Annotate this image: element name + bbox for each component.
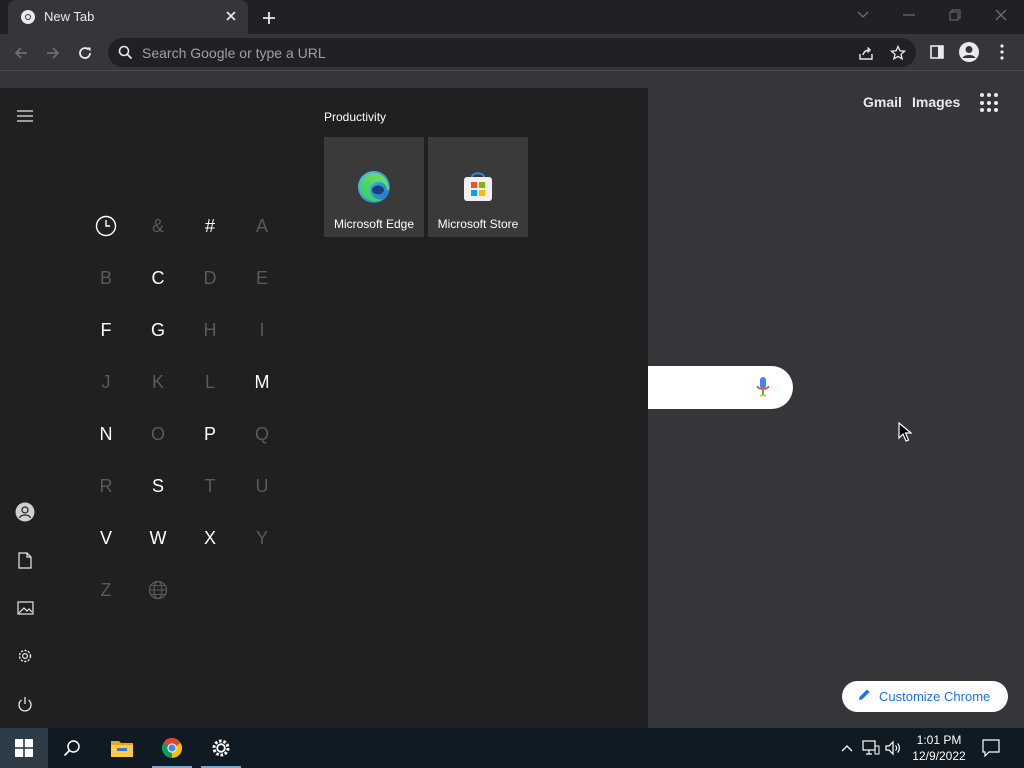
letter-jump-item: I: [259, 319, 265, 340]
back-button[interactable]: [8, 40, 34, 66]
letter-jump-item[interactable]: C: [138, 258, 178, 298]
omnibox[interactable]: Search Google or type a URL: [108, 38, 916, 67]
share-icon[interactable]: [857, 44, 875, 62]
store-icon: [460, 169, 496, 205]
settings-taskbar-icon[interactable]: [197, 728, 245, 768]
close-window-icon[interactable]: [988, 4, 1014, 26]
taskbar-search-icon[interactable]: [48, 728, 96, 768]
letter-jump-item[interactable]: V: [86, 518, 126, 558]
letter-jump-item[interactable]: W: [138, 518, 178, 558]
tile-group-label: Productivity: [324, 110, 387, 124]
letter-jump-item: D: [203, 267, 217, 288]
tab-search-chevron-icon[interactable]: [850, 4, 876, 26]
tile-label: Microsoft Store: [437, 217, 519, 231]
customize-chrome-label: Customize Chrome: [879, 689, 991, 704]
letter-jump-item: J: [101, 371, 111, 392]
taskbar-clock[interactable]: 1:01 PM 12/9/2022: [906, 732, 972, 764]
letter-jump-item: B: [99, 267, 112, 288]
mouse-cursor-icon: [898, 421, 913, 447]
notifications-icon[interactable]: [982, 739, 1000, 757]
letter-jump-item[interactable]: G: [138, 310, 178, 350]
clock-date: 12/9/2022: [912, 749, 966, 763]
omnibox-placeholder: Search Google or type a URL: [142, 45, 326, 61]
gmail-link[interactable]: Gmail: [863, 94, 902, 110]
documents-icon[interactable]: [13, 548, 37, 572]
tab-title: New Tab: [44, 9, 95, 24]
restore-icon[interactable]: [942, 4, 968, 26]
taskbar: 1:01 PM 12/9/2022: [0, 728, 1024, 768]
letter-jump-item[interactable]: X: [190, 518, 230, 558]
tile-microsoft-store[interactable]: Microsoft Store: [428, 137, 528, 237]
minimize-icon[interactable]: [896, 4, 922, 26]
hamburger-menu-icon[interactable]: [13, 104, 37, 128]
side-panel-icon[interactable]: [925, 40, 949, 64]
letter-jump-item[interactable]: #: [190, 206, 230, 246]
start-menu: & # A B C D E F G H I J K L M N O P Q R S T U V W X Y Z Productivit…: [0, 88, 648, 728]
letter-jump-item: Y: [255, 527, 268, 548]
search-icon: [118, 45, 133, 65]
show-hidden-icons-chevron-icon[interactable]: [838, 739, 856, 757]
title-bar: New Tab: [0, 0, 1024, 34]
recent-clock-icon[interactable]: [86, 206, 126, 246]
globe-icon: [138, 570, 178, 610]
letter-jump-item: O: [150, 423, 165, 444]
power-icon[interactable]: [13, 692, 37, 716]
new-tab-button[interactable]: [258, 7, 280, 29]
letter-jump-item: R: [99, 475, 113, 496]
forward-button[interactable]: [40, 40, 66, 66]
pictures-icon[interactable]: [13, 596, 37, 620]
file-explorer-icon[interactable]: [98, 728, 146, 768]
user-account-icon[interactable]: [13, 500, 37, 524]
images-link[interactable]: Images: [912, 94, 960, 110]
letter-jump-item[interactable]: N: [86, 414, 126, 454]
customize-chrome-button[interactable]: Customize Chrome: [842, 681, 1008, 712]
letter-jump-item: E: [255, 267, 268, 288]
letter-jump-item: A: [255, 215, 268, 236]
letter-jump-item: U: [255, 475, 269, 496]
edge-icon: [356, 169, 392, 205]
more-menu-icon[interactable]: [990, 40, 1014, 64]
letter-jump-item: K: [151, 371, 164, 392]
network-icon[interactable]: [862, 739, 880, 757]
tile-label: Microsoft Edge: [333, 217, 415, 231]
letter-jump-item: Q: [254, 423, 269, 444]
letter-jump-item[interactable]: S: [138, 466, 178, 506]
letter-jump-item: &: [151, 215, 164, 236]
start-rail: [0, 88, 50, 728]
chrome-favicon-icon: [20, 9, 36, 25]
reload-button[interactable]: [72, 40, 98, 66]
chrome-taskbar-icon[interactable]: [148, 728, 196, 768]
letter-jump-item: T: [204, 475, 216, 496]
google-apps-icon[interactable]: [980, 93, 1000, 113]
bookmark-star-icon[interactable]: [889, 44, 907, 62]
letter-jump-item: L: [204, 371, 215, 392]
volume-icon[interactable]: [884, 739, 902, 757]
browser-toolbar: Search Google or type a URL: [0, 34, 1024, 71]
settings-gear-icon[interactable]: [13, 644, 37, 668]
letter-jump-item[interactable]: F: [86, 310, 126, 350]
clock-time: 1:01 PM: [916, 733, 962, 747]
letter-jump-item[interactable]: M: [242, 362, 282, 402]
letter-jump-item: H: [203, 319, 217, 340]
tab-new-tab[interactable]: New Tab: [8, 0, 248, 34]
pencil-icon: [858, 688, 871, 706]
letter-jump-item[interactable]: P: [190, 414, 230, 454]
tile-microsoft-edge[interactable]: Microsoft Edge: [324, 137, 424, 237]
close-tab-icon[interactable]: [222, 7, 240, 25]
start-button[interactable]: [0, 728, 48, 768]
letter-jump-item: Z: [100, 579, 112, 600]
voice-search-mic-icon[interactable]: [756, 377, 770, 402]
profile-avatar[interactable]: [957, 40, 981, 64]
